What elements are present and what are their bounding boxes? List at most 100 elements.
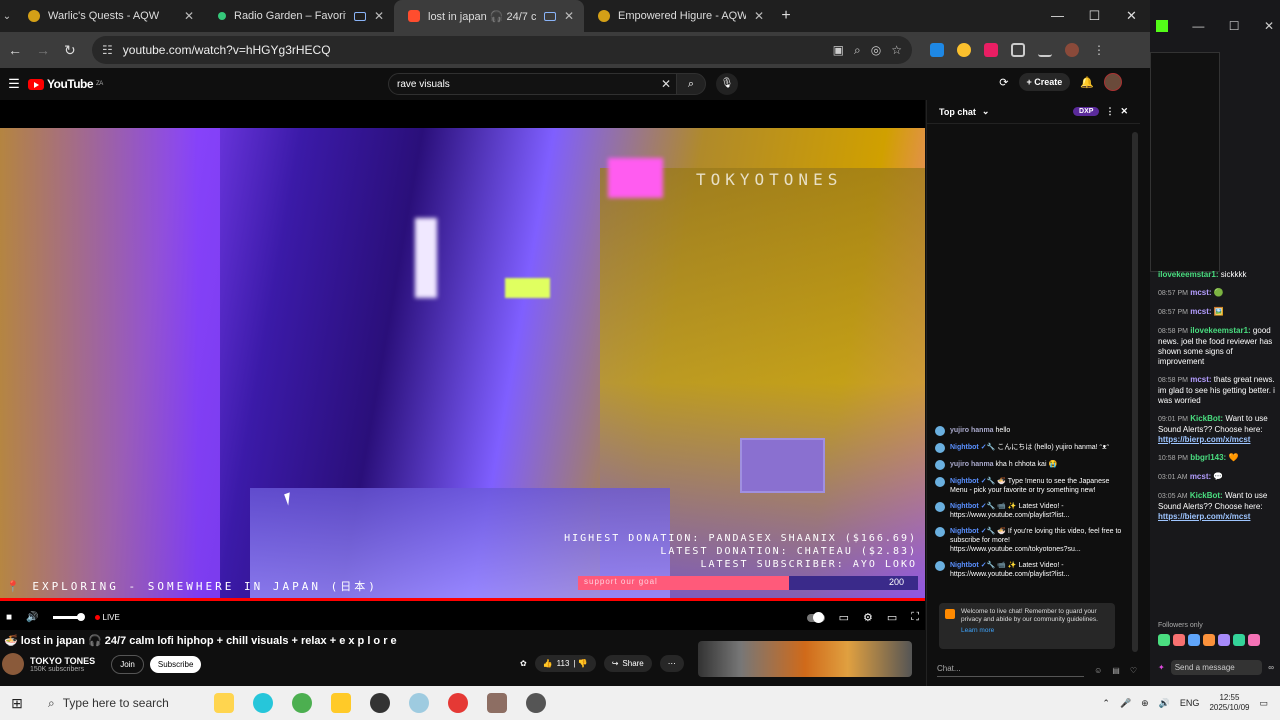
microphone-icon[interactable]: 🎤 — [1120, 698, 1131, 709]
join-button[interactable]: Join — [111, 654, 144, 674]
chat-avatar[interactable] — [935, 477, 945, 487]
minimize-icon[interactable]: — — [1039, 0, 1076, 32]
cast-device-icon[interactable]: ⟳ — [999, 76, 1008, 89]
message-link[interactable]: https://bierp.com/x/mcst — [1158, 435, 1250, 444]
hamburger-menu-icon[interactable]: ☰ — [0, 76, 28, 92]
search-button[interactable]: ⌕ — [676, 73, 706, 95]
stop-icon[interactable]: ■ — [6, 612, 12, 623]
taskbar-search[interactable]: ⌕ Type here to search — [34, 690, 204, 716]
notification-icon[interactable]: ▭ — [1259, 698, 1268, 709]
chevron-up-icon[interactable]: ⌃ — [1102, 698, 1110, 709]
related-video-thumbnail[interactable] — [698, 641, 912, 677]
site-info-icon[interactable]: ☷ — [102, 43, 113, 57]
emote-icon[interactable] — [1233, 634, 1245, 646]
autoplay-toggle[interactable] — [806, 611, 825, 623]
chat-author[interactable]: Nightbot ✓🔧 — [950, 562, 995, 569]
message-user[interactable]: mcst: — [1190, 307, 1211, 316]
emote-icon[interactable] — [1248, 634, 1260, 646]
learn-more-link[interactable]: Learn more — [961, 627, 1107, 635]
super-chat-icon[interactable]: ▤ — [1112, 666, 1120, 675]
emote-icon[interactable] — [1218, 634, 1230, 646]
url-text[interactable]: youtube.com/watch?v=hHGYg3rHECQ — [123, 43, 823, 57]
close-chat-icon[interactable]: ✕ — [1120, 106, 1128, 117]
more-menu-icon[interactable]: ⋮ — [1092, 43, 1106, 57]
chat-author[interactable]: yujiro hanma — [950, 461, 994, 468]
emote-icon[interactable] — [1173, 634, 1185, 646]
chat-badge[interactable]: DXP — [1073, 107, 1100, 116]
cast-icon[interactable]: ▣ — [833, 43, 844, 57]
emoji-reaction-icon[interactable]: ✿ — [520, 659, 527, 668]
eye-off-icon[interactable]: ◎ — [871, 43, 881, 57]
puzzle-icon[interactable] — [1011, 43, 1025, 57]
chat-author[interactable]: yujiro hanma — [950, 427, 994, 434]
extension-icon[interactable] — [930, 43, 944, 57]
maximize-icon[interactable]: ☐ — [1076, 0, 1113, 32]
reload-icon[interactable]: ↻ — [64, 42, 78, 59]
chrome-icon[interactable] — [292, 693, 312, 713]
tab-lost-in-japan[interactable]: lost in japan 🎧 24/7 c ✕ — [394, 0, 584, 32]
message-user[interactable]: ilovekeemstar1: — [1158, 270, 1218, 279]
zoom-icon[interactable]: ⌕ — [854, 43, 861, 58]
tab-warlics-quests[interactable]: Warlic's Quests - AQW ✕ — [14, 0, 204, 32]
chat-avatar[interactable] — [935, 443, 945, 453]
chat-author[interactable]: Nightbot ✓🔧 — [950, 503, 995, 510]
minimize-icon[interactable]: — — [1192, 19, 1204, 33]
account-avatar[interactable] — [1104, 73, 1122, 91]
taskbar-search-placeholder[interactable]: Type here to search — [63, 696, 169, 710]
chat-avatar[interactable] — [935, 426, 945, 436]
video-player[interactable]: TOKYOTONES HIGHEST DONATION: PANDASEX SH… — [0, 100, 925, 630]
chat-input[interactable]: Chat... — [937, 664, 1085, 677]
search-value[interactable]: rave visuals — [397, 79, 655, 90]
chat-avatar[interactable] — [935, 502, 945, 512]
chevron-down-icon[interactable]: ⌄ — [982, 106, 990, 117]
chat-avatar[interactable] — [935, 460, 945, 470]
subscribe-button[interactable]: Subscribe — [149, 655, 202, 673]
clock[interactable]: 12:55 2025/10/09 — [1209, 693, 1249, 713]
chat-author[interactable]: Nightbot ✓🔧 — [950, 478, 995, 485]
settings-gear-icon[interactable]: ⚙ — [863, 611, 873, 624]
heart-icon[interactable]: ♡ — [1130, 666, 1137, 675]
chat-author[interactable]: Nightbot ✓🔧 — [950, 528, 995, 535]
language-indicator[interactable]: ENG — [1180, 698, 1200, 708]
tab-empowered-higure[interactable]: Empowered Higure - AQW ✕ — [584, 0, 774, 32]
emote-icon[interactable] — [1188, 634, 1200, 646]
copilot-icon[interactable] — [253, 693, 273, 713]
captions-icon[interactable]: ▭ — [839, 611, 849, 624]
settings-icon[interactable]: ∞ — [1268, 663, 1274, 672]
youtube-logo[interactable]: YouTube ZA — [28, 77, 103, 91]
omnibox[interactable]: ☷ youtube.com/watch?v=hHGYg3rHECQ ▣ ⌕ ◎ … — [92, 36, 912, 64]
app-icon[interactable] — [370, 693, 390, 713]
close-tab-icon[interactable]: ✕ — [564, 9, 574, 23]
channel-name[interactable]: TOKYO TONES — [30, 656, 95, 666]
more-actions-icon[interactable]: ⋯ — [659, 655, 684, 672]
volume-icon[interactable]: 🔊 — [1159, 698, 1170, 709]
windows-start-icon[interactable]: ⊞ — [0, 695, 34, 712]
message-user[interactable]: ilovekeemstar1: — [1190, 326, 1250, 335]
close-window-icon[interactable]: ✕ — [1264, 19, 1274, 33]
profile-avatar[interactable] — [1065, 43, 1079, 57]
app-icon[interactable] — [526, 693, 546, 713]
new-tab-button[interactable]: + — [774, 0, 798, 32]
chat-mode-dropdown[interactable]: Top chat — [939, 107, 976, 117]
message-user[interactable]: bbgrl143: — [1190, 453, 1226, 462]
network-icon[interactable]: ⊕ — [1141, 698, 1149, 709]
message-user[interactable]: KickBot: — [1190, 491, 1223, 500]
chat-avatar[interactable] — [935, 561, 945, 571]
emote-icon[interactable] — [1158, 634, 1170, 646]
live-progress-bar[interactable] — [0, 598, 925, 601]
volume-icon[interactable]: 🔊 — [26, 612, 38, 623]
volume-slider[interactable] — [52, 613, 85, 621]
emoji-icon[interactable]: ☺ — [1094, 666, 1102, 675]
widgets-icon[interactable] — [214, 693, 234, 713]
file-explorer-icon[interactable] — [331, 693, 351, 713]
send-message-input[interactable]: Send a message — [1170, 659, 1263, 675]
live-badge[interactable]: LIVE — [95, 613, 120, 622]
video-frame[interactable]: TOKYOTONES HIGHEST DONATION: PANDASEX SH… — [0, 128, 925, 598]
forward-icon[interactable]: → — [36, 42, 50, 58]
chat-more-icon[interactable]: ⋮ — [1105, 106, 1114, 117]
app-icon[interactable] — [409, 693, 429, 713]
like-button[interactable]: 👍 113 | 👎 — [534, 655, 596, 672]
emote-icon[interactable] — [1203, 634, 1215, 646]
search-input[interactable]: rave visuals ✕ — [388, 73, 678, 95]
chat-scrollbar[interactable] — [1132, 132, 1138, 652]
